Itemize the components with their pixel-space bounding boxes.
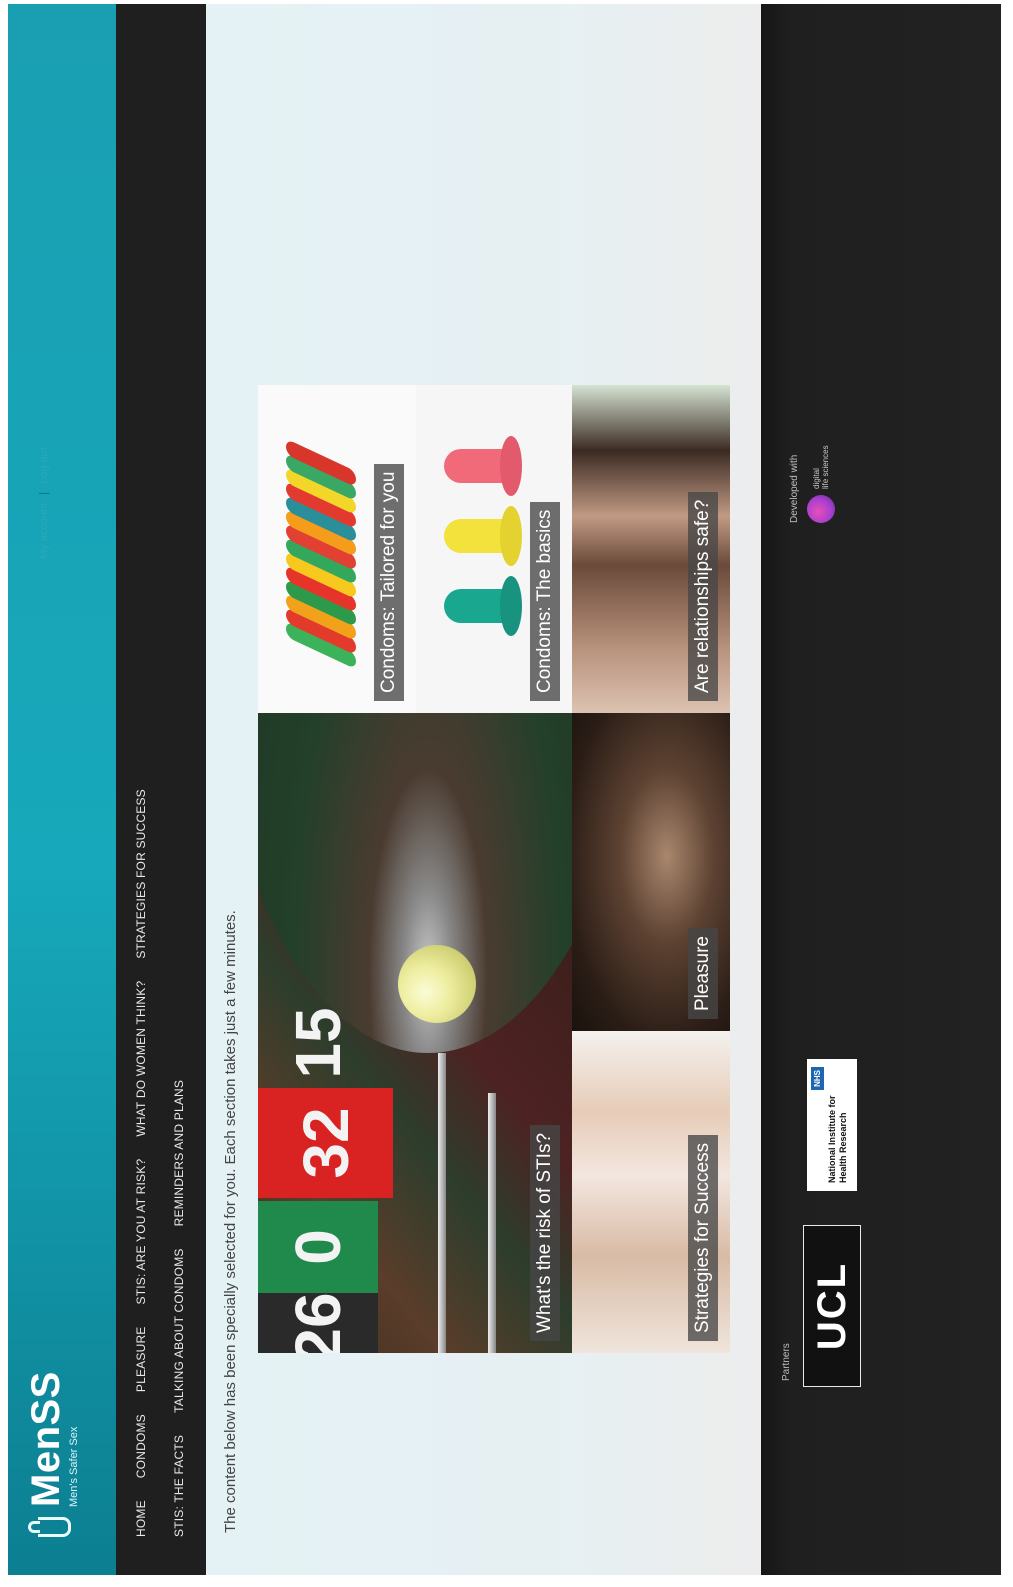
dls-line-2: life sciences (821, 445, 830, 489)
nhs-badge: NHS (811, 1067, 824, 1090)
logo-title: MenSS (24, 1371, 68, 1507)
roulette-pocket: 15 (282, 1007, 354, 1079)
nav-item-talking-condoms[interactable]: TALKING ABOUT CONDOMS (172, 1248, 186, 1412)
nav-item-strategies[interactable]: STRATEGIES FOR SUCCESS (134, 789, 148, 959)
nav-item-home[interactable]: HOME (134, 1500, 148, 1537)
condom-logo-icon (38, 1517, 71, 1537)
ucl-logo-text: UCL (809, 1261, 854, 1351)
nihr-logo[interactable]: NHS National Institute for Health Resear… (807, 1059, 857, 1191)
my-account-link[interactable]: My account (38, 503, 50, 559)
nav-item-stis-risk[interactable]: STIS: ARE YOU AT RISK? (134, 1159, 148, 1305)
nav-row-1: HOME CONDOMS PLEASURE STIS: ARE YOU AT R… (134, 789, 148, 1537)
nav-row-2: STIS: THE FACTS TALKING ABOUT CONDOMS RE… (172, 1080, 186, 1537)
logo-subtitle: Men's Safer Sex (68, 1426, 80, 1507)
nav-item-women-think[interactable]: WHAT DO WOMEN THINK? (134, 981, 148, 1137)
roulette-pocket: 32 (258, 1088, 393, 1198)
tile-condoms-tailored[interactable]: Condoms: Tailored for you (258, 385, 416, 713)
page-stage: MenSS Men's Safer Sex My account | Log out… (0, 0, 1013, 1587)
logout-link[interactable]: Log out (38, 447, 50, 484)
ucl-logo[interactable]: UCL (803, 1225, 861, 1387)
tile-stis-risk[interactable]: 26 0 32 15 What's the risk of STIs? (258, 713, 572, 1353)
nav-item-pleasure[interactable]: PLEASURE (134, 1326, 148, 1392)
nihr-logo-text: National Institute for Health Research (827, 1095, 848, 1184)
partners-label: Partners (781, 1343, 792, 1381)
intro-text: The content below has been specially sel… (222, 910, 239, 1533)
tile-label: What's the risk of STIs? (530, 1124, 560, 1341)
tile-pleasure[interactable]: Pleasure (572, 713, 730, 1031)
tile-label: Condoms: Tailored for you (374, 463, 404, 701)
main-nav: HOME CONDOMS PLEASURE STIS: ARE YOU AT R… (116, 4, 206, 1575)
developed-with-label: Developed with (789, 454, 800, 523)
tile-condoms-basics[interactable]: Condoms: The basics (416, 385, 572, 713)
tile-relationships-safe[interactable]: Are relationships safe? (572, 385, 730, 713)
condom-image (444, 589, 508, 623)
account-links: My account | Log out (38, 443, 50, 563)
nav-item-condoms[interactable]: CONDOMS (134, 1414, 148, 1478)
condom-image (444, 449, 508, 483)
condom-stack-image (286, 423, 356, 670)
site-logo[interactable]: MenSS Men's Safer Sex (24, 1371, 80, 1537)
roulette-pocket: 26 (258, 1292, 378, 1353)
condom-image (444, 519, 508, 553)
dls-line-1: digital (812, 468, 821, 489)
tile-label: Are relationships safe? (688, 491, 718, 701)
nav-item-stis-facts[interactable]: STIS: THE FACTS (172, 1435, 186, 1537)
site-footer: Partners UCL NHS National Institute for … (761, 4, 1001, 1575)
tile-label: Strategies for Success (688, 1134, 718, 1341)
tile-label: Pleasure (688, 928, 718, 1019)
main-content: The content below has been specially sel… (206, 4, 761, 1575)
tile-strategies-success[interactable]: Strategies for Success (572, 1031, 730, 1353)
roulette-ball (398, 945, 476, 1023)
roulette-pocket: 0 (258, 1201, 378, 1293)
link-separator: | (38, 491, 50, 495)
site-header: MenSS Men's Safer Sex My account | Log out (8, 4, 116, 1575)
nav-item-reminders[interactable]: REMINDERS AND PLANS (172, 1080, 186, 1227)
digital-life-sciences-logo[interactable]: digital life sciences (807, 445, 835, 523)
dls-logo-icon (807, 495, 835, 523)
page-container: MenSS Men's Safer Sex My account | Log out… (8, 4, 1001, 1575)
tile-label: Condoms: The basics (530, 501, 560, 701)
